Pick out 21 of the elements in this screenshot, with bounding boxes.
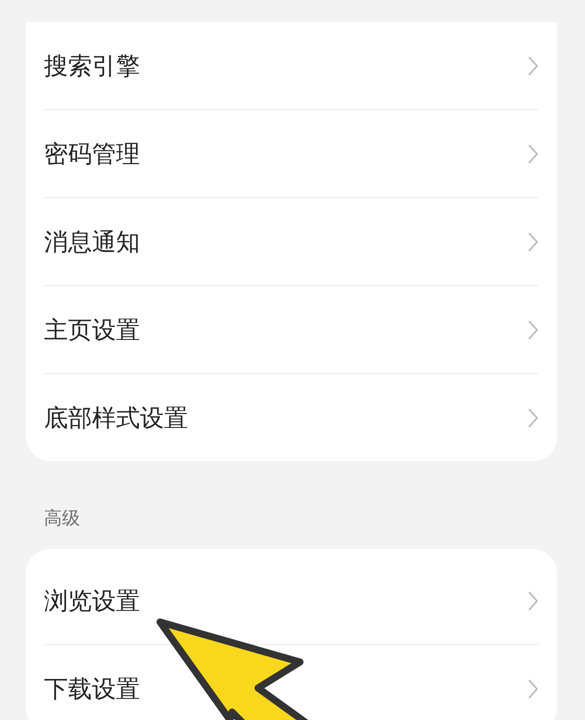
settings-row[interactable]: 主页设置 bbox=[44, 286, 539, 374]
chevron-icon bbox=[527, 406, 539, 430]
row-label: 主页设置 bbox=[44, 314, 140, 346]
row-label: 搜索引擎 bbox=[44, 50, 140, 82]
settings-row[interactable]: 密码管理 bbox=[44, 110, 539, 198]
row-label: 底部样式设置 bbox=[44, 402, 188, 434]
chevron-icon bbox=[527, 588, 539, 612]
settings-row[interactable]: 消息通知 bbox=[44, 198, 539, 286]
row-label: 下载设置 bbox=[44, 674, 140, 704]
row-label: 密码管理 bbox=[44, 138, 140, 170]
chevron-icon bbox=[527, 142, 539, 166]
row-label: 浏览设置 bbox=[44, 586, 140, 616]
settings-row[interactable]: 下载设置 bbox=[44, 645, 539, 720]
section-header: 高级 bbox=[43, 507, 81, 531]
settings-row[interactable]: 底部样式设置 bbox=[44, 374, 539, 461]
settings-row[interactable]: 搜索引擎 bbox=[44, 22, 539, 110]
row-label: 消息通知 bbox=[44, 226, 140, 258]
chevron-icon bbox=[527, 318, 539, 342]
chevron-icon bbox=[527, 230, 539, 254]
chevron-icon bbox=[527, 54, 539, 78]
chevron-icon bbox=[527, 676, 539, 700]
